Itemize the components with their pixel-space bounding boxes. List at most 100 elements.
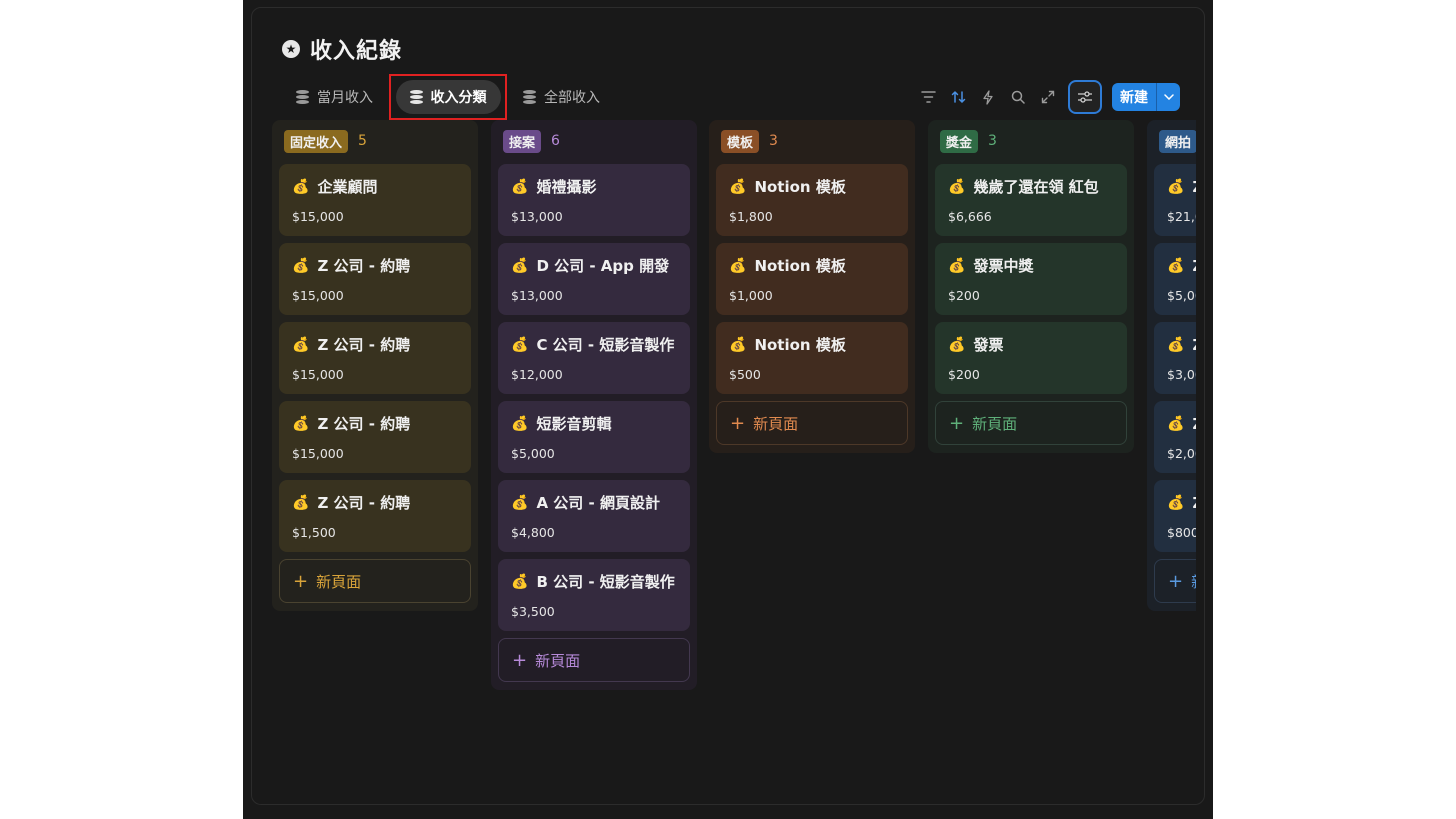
tab-income-category[interactable]: 收入分類 — [395, 80, 501, 114]
expand-icon[interactable] — [1038, 87, 1058, 107]
money-bag-icon: 💰 — [729, 179, 747, 195]
card-amount: $5,000 — [511, 446, 555, 461]
card-title: 短影音剪輯 — [536, 415, 612, 433]
board-card[interactable]: 💰 婚禮攝影 $13,000 — [498, 164, 690, 236]
card-title: 發票 — [973, 336, 1004, 354]
column-label: 獎金 — [940, 129, 979, 153]
money-bag-icon: 💰 — [292, 495, 310, 511]
new-page-button[interactable]: + 新頁面 — [716, 401, 908, 445]
page-header: ★ 收入紀錄 — [282, 34, 402, 64]
tab-monthly-income[interactable]: 當月收入 — [286, 80, 383, 114]
money-bag-icon: 💰 — [511, 416, 529, 432]
column-header: 模板 3 — [716, 128, 908, 154]
new-page-label: 新頁面 — [972, 414, 1018, 433]
card-title: Z — [1192, 492, 1196, 515]
board-card[interactable]: 💰 發票 $200 — [935, 322, 1127, 394]
board-column-bonus: 獎金 3 💰 幾歲了還在領 紅包 $6,666 💰 發票中獎 $200 💰 發票 $2… — [928, 120, 1134, 453]
card-amount: $200 — [948, 288, 980, 303]
money-bag-icon: 💰 — [948, 337, 966, 353]
bolt-icon[interactable] — [978, 87, 998, 107]
database-icon — [523, 89, 536, 105]
card-title: 婚禮攝影 — [536, 178, 597, 196]
new-page-button[interactable]: + 新頁面 — [935, 401, 1127, 445]
board-card[interactable]: 💰 Z 公司 - 約聘 $15,000 — [279, 322, 471, 394]
board-card[interactable]: 💰 Z $2,00 — [1154, 401, 1196, 473]
board-card[interactable]: 💰 C 公司 - 短影音製作 $12,000 — [498, 322, 690, 394]
money-bag-icon: 💰 — [511, 495, 529, 511]
new-page-button[interactable]: + 新頁面 — [498, 638, 690, 682]
board-card[interactable]: 💰 發票中獎 $200 — [935, 243, 1127, 315]
tab-label: 當月收入 — [317, 90, 373, 106]
new-button-group: 新建 — [1112, 83, 1180, 111]
card-amount: $500 — [729, 367, 761, 382]
money-bag-icon: 💰 — [292, 337, 310, 353]
card-title: Z 公司 - 約聘 — [317, 494, 411, 512]
money-bag-icon: 💰 — [948, 179, 966, 195]
plus-icon: + — [1168, 570, 1184, 592]
card-title: C 公司 - 短影音製作 — [536, 336, 675, 354]
board-column-fixed-income: 固定收入 5 💰 企業顧問 $15,000 💰 Z 公司 - 約聘 $15,000 … — [272, 120, 478, 611]
board-card[interactable]: 💰 Z $800 — [1154, 480, 1196, 552]
money-bag-icon: 💰 — [1167, 337, 1185, 353]
chevron-down-icon[interactable] — [1156, 83, 1180, 111]
card-title: 幾歲了還在領 紅包 — [973, 178, 1099, 196]
card-amount: $15,000 — [292, 367, 344, 382]
app-window: ★ 收入紀錄 當月收入 收入分類 全部收入 新建 固定收入 5 💰 企業顧問 $… — [243, 0, 1213, 819]
new-button[interactable]: 新建 — [1112, 83, 1156, 111]
new-page-label: 新頁面 — [753, 414, 799, 433]
new-page-button[interactable]: +新 — [1154, 559, 1196, 603]
board-card[interactable]: 💰 企業顧問 $15,000 — [279, 164, 471, 236]
card-amount: $800 — [1167, 525, 1196, 540]
plus-icon: + — [730, 412, 746, 434]
board-card[interactable]: 💰 Notion 模板 $1,000 — [716, 243, 908, 315]
board-card[interactable]: 💰 短影音剪輯 $5,000 — [498, 401, 690, 473]
star-badge-icon: ★ — [282, 40, 300, 58]
card-title: Z 公司 - 約聘 — [317, 336, 411, 354]
board-card[interactable]: 💰 幾歲了還在領 紅包 $6,666 — [935, 164, 1127, 236]
card-title: 企業顧問 — [317, 178, 378, 196]
money-bag-icon: 💰 — [1167, 179, 1185, 195]
board-column-online-sales: 網拍 💰 Z $21,0 💰 Z $5,00 💰 Z $3,00 💰 Z $2,00 💰… — [1147, 120, 1196, 611]
board-card[interactable]: 💰 Z 公司 - 約聘 $15,000 — [279, 401, 471, 473]
search-icon[interactable] — [1008, 87, 1028, 107]
money-bag-icon: 💰 — [292, 416, 310, 432]
board-card[interactable]: 💰 Z 公司 - 約聘 $1,500 — [279, 480, 471, 552]
money-bag-icon: 💰 — [729, 258, 747, 274]
column-label: 網拍 — [1159, 129, 1196, 153]
view-tabs: 當月收入 收入分類 全部收入 — [286, 74, 610, 120]
money-bag-icon: 💰 — [1167, 258, 1185, 274]
board-card[interactable]: 💰 Z $5,00 — [1154, 243, 1196, 315]
money-bag-icon: 💰 — [729, 337, 747, 353]
plus-icon: + — [512, 649, 528, 671]
tab-label: 收入分類 — [430, 90, 487, 106]
card-title: B 公司 - 短影音製作 — [536, 573, 675, 591]
board-card[interactable]: 💰 Notion 模板 $1,800 — [716, 164, 908, 236]
board-card[interactable]: 💰 Z $3,00 — [1154, 322, 1196, 394]
column-header: 獎金 3 — [935, 128, 1127, 154]
board-card[interactable]: 💰 Z $21,0 — [1154, 164, 1196, 236]
tab-all-income[interactable]: 全部收入 — [513, 80, 610, 114]
money-bag-icon: 💰 — [292, 179, 310, 195]
view-toolbar: 新建 — [918, 75, 1180, 119]
card-title: Z — [1192, 334, 1196, 357]
money-bag-icon: 💰 — [511, 337, 529, 353]
new-page-label: 新頁面 — [316, 572, 362, 591]
card-amount: $15,000 — [292, 209, 344, 224]
board-card[interactable]: 💰 D 公司 - App 開發 $13,000 — [498, 243, 690, 315]
settings-sliders-icon[interactable] — [1068, 80, 1102, 114]
card-amount: $6,666 — [948, 209, 992, 224]
new-page-button[interactable]: + 新頁面 — [279, 559, 471, 603]
board-card[interactable]: 💰 Notion 模板 $500 — [716, 322, 908, 394]
board-card[interactable]: 💰 B 公司 - 短影音製作 $3,500 — [498, 559, 690, 631]
sort-icon[interactable] — [948, 87, 968, 107]
column-header: 固定收入 5 — [279, 128, 471, 154]
filter-icon[interactable] — [918, 87, 938, 107]
money-bag-icon: 💰 — [1167, 416, 1185, 432]
database-icon — [409, 89, 423, 105]
card-title: Notion 模板 — [754, 178, 846, 196]
column-count: 5 — [358, 133, 367, 149]
board-card[interactable]: 💰 A 公司 - 網頁設計 $4,800 — [498, 480, 690, 552]
board-card[interactable]: 💰 Z 公司 - 約聘 $15,000 — [279, 243, 471, 315]
card-amount: $2,00 — [1167, 446, 1196, 461]
column-label: 接案 — [503, 129, 542, 153]
